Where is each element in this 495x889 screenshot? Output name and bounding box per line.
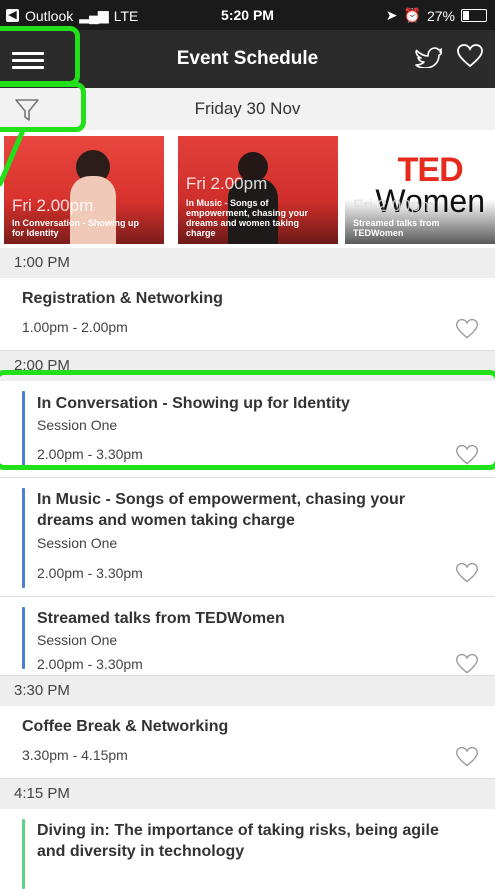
card-caption: Streamed talks from TEDWomen xyxy=(353,218,440,238)
battery-percent: 27% xyxy=(426,7,455,24)
featured-carousel: Fri 2.00pm In Conversation - Showing up … xyxy=(0,130,495,248)
highlight-menu xyxy=(0,26,80,86)
event-time: 3.30pm - 4.15pm xyxy=(22,747,128,763)
highlight-connector xyxy=(0,128,27,187)
heart-icon[interactable] xyxy=(455,653,479,675)
card-time: Fri 2.00pm xyxy=(12,196,94,215)
session-bar xyxy=(22,819,25,889)
heart-icon[interactable] xyxy=(455,562,479,584)
event-title: Coffee Break & Networking xyxy=(22,718,229,735)
heart-icon[interactable] xyxy=(455,318,479,340)
battery-fill xyxy=(463,11,469,20)
battery-icon xyxy=(461,9,487,22)
session-bar xyxy=(22,488,25,588)
event-title: Streamed talks from TEDWomen xyxy=(37,610,285,627)
highlight-session xyxy=(0,370,495,470)
card-caption: In Conversation - Showing up for Identit… xyxy=(12,218,139,238)
time-header: 4:15 PM xyxy=(0,779,495,809)
event-time: 2.00pm - 3.30pm xyxy=(37,656,143,672)
status-bar: ◀ Outlook ▂▄▆ LTE 5:20 PM ➤ ⏰ 27% xyxy=(0,0,495,30)
list-item[interactable]: Coffee Break & Networking 3.30pm - 4.15p… xyxy=(0,706,495,779)
carousel-card[interactable]: Fri 2.00pm In Music - Songs of empowerme… xyxy=(178,136,338,244)
event-time: 1.00pm - 2.00pm xyxy=(22,319,128,335)
time-header: 1:00 PM xyxy=(0,248,495,278)
location-icon: ➤ xyxy=(385,7,398,23)
heart-icon[interactable] xyxy=(455,746,479,768)
session-bar xyxy=(22,607,25,669)
list-item[interactable]: In Music - Songs of empowerment, chasing… xyxy=(0,478,495,597)
event-time: 2.00pm - 3.30pm xyxy=(37,565,143,581)
logo-ted: TED xyxy=(397,151,464,189)
event-title: Registration & Networking xyxy=(22,290,223,307)
event-title: In Music - Songs of empowerment, chasing… xyxy=(37,491,406,529)
alarm-icon: ⏰ xyxy=(403,7,421,23)
event-session: Session One xyxy=(37,535,118,551)
event-session: Session One xyxy=(37,632,118,648)
card-caption: In Music - Songs of empowerment, chasing… xyxy=(186,198,309,238)
time-header: 3:30 PM xyxy=(0,676,495,706)
status-right: ➤ ⏰ 27% xyxy=(386,7,487,24)
carousel-card[interactable]: TED Women Fri 2.00pm Streamed talks from… xyxy=(345,136,495,244)
card-time: Fri 2.00pm xyxy=(186,174,268,193)
event-title: Diving in: The importance of taking risk… xyxy=(37,822,439,860)
highlight-filter xyxy=(0,82,86,132)
list-item[interactable]: Registration & Networking 1.00pm - 2.00p… xyxy=(0,278,495,351)
card-time: Fri 2.00pm xyxy=(353,196,435,215)
schedule-list: 1:00 PM Registration & Networking 1.00pm… xyxy=(0,248,495,889)
list-item[interactable]: Diving in: The importance of taking risk… xyxy=(0,809,495,889)
list-item[interactable]: Streamed talks from TEDWomen Session One… xyxy=(0,597,495,676)
twitter-bird-icon[interactable] xyxy=(414,44,443,75)
heart-icon[interactable] xyxy=(456,44,484,75)
